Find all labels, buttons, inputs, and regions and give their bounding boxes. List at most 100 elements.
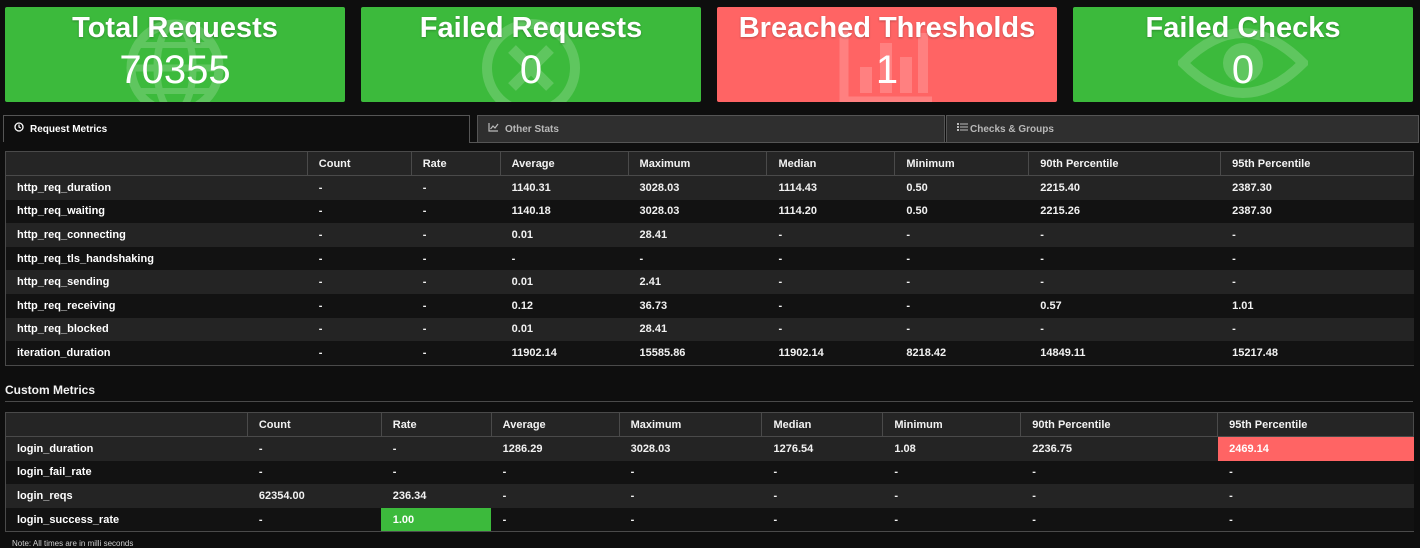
card-failed-checks: Failed Checks 0	[1073, 7, 1413, 102]
metric-value-cell: 0.12	[500, 293, 629, 318]
metric-value-cell: 11902.14	[766, 341, 895, 365]
metric-name-cell: http_req_sending	[5, 270, 308, 294]
custom-header-count: Count	[246, 412, 382, 437]
metric-value-cell: -	[894, 317, 1029, 342]
metric-value-cell: -	[1020, 507, 1218, 532]
metric-value-cell: -	[619, 507, 762, 532]
metric-name-cell: http_req_blocked	[5, 317, 308, 342]
card-value: 1	[875, 48, 899, 92]
metric-value-cell: -	[882, 507, 1021, 532]
metric-value-cell: -	[307, 246, 412, 271]
metric-value-cell: 0.01	[500, 317, 629, 342]
metric-value-cell: 11902.14	[500, 341, 629, 365]
card-breached-thresholds: Breached Thresholds 1	[717, 7, 1057, 102]
metric-value-cell: -	[381, 460, 492, 485]
metric-value-cell: -	[1220, 270, 1414, 294]
metric-value-cell: 2236.75	[1020, 436, 1218, 461]
metric-value-cell: -	[1217, 484, 1414, 508]
metric-value-cell: -	[411, 317, 501, 342]
table-row: http_req_tls_handshaking - - - - - - - -	[5, 246, 1414, 271]
metric-value-cell: -	[307, 317, 412, 342]
metric-value-cell: -	[1020, 484, 1218, 508]
metric-value-cell: 2469.14	[1217, 436, 1414, 461]
metric-value-cell: 8218.42	[894, 341, 1029, 365]
tab-bar: Request Metrics Other Stats Checks & Gro…	[3, 115, 1419, 143]
custom-header-maximum: Maximum	[618, 412, 763, 437]
metric-value-cell: 0.57	[1028, 293, 1221, 318]
tab-request-metrics[interactable]: Request Metrics	[3, 115, 470, 142]
section-divider	[5, 401, 1413, 402]
metric-value-cell: 62354.00	[247, 484, 382, 508]
metric-value-cell: -	[491, 484, 620, 508]
metric-value-cell: 14849.11	[1028, 341, 1221, 365]
metric-value-cell: 2215.40	[1028, 175, 1221, 200]
metric-value-cell: -	[491, 507, 620, 532]
metric-value-cell: 28.41	[628, 223, 767, 247]
metric-value-cell: 36.73	[628, 293, 767, 318]
metric-value-cell: -	[1028, 223, 1221, 247]
metric-value-cell: 15585.86	[628, 341, 767, 365]
metric-value-cell: 28.41	[628, 317, 767, 342]
metric-value-cell: -	[247, 460, 382, 485]
metric-value-cell: 0.50	[894, 175, 1029, 200]
card-value: 0	[1231, 48, 1255, 92]
metric-value-cell: 3028.03	[628, 175, 767, 200]
table-row: login_duration - -1286.29 3028.03 1276.54 1.0…	[5, 436, 1414, 461]
card-title: Breached Thresholds	[738, 12, 1036, 44]
metric-value-cell: -	[411, 341, 501, 365]
metric-value-cell: -	[761, 507, 883, 532]
tab-checks-groups[interactable]: Checks & Groups	[946, 115, 1419, 142]
card-value: 70355	[119, 48, 231, 92]
list-icon	[957, 116, 968, 143]
custom-metrics-panel: Count Rate Average Maximum Median Minimum 90th…	[5, 412, 1414, 532]
custom-header-metric	[5, 412, 248, 437]
metric-value-cell: -	[619, 484, 762, 508]
req-header-average: Average	[499, 151, 629, 176]
metric-value-cell: -	[411, 175, 501, 200]
tab-other-stats[interactable]: Other Stats	[477, 115, 945, 142]
metric-value-cell: -	[1220, 246, 1414, 271]
metric-name-cell: login_fail_rate	[5, 460, 248, 485]
custom-header-95th-percentile: 95th Percentile	[1217, 412, 1414, 437]
req-header-median: Median	[766, 151, 896, 176]
table-row: iteration_duration - -11902.14 15585.86 1190…	[5, 341, 1414, 365]
metric-value-cell: -	[411, 246, 501, 271]
metric-name-cell: http_req_tls_handshaking	[5, 246, 308, 271]
request-metrics-table: Count Rate Average Maximum Median Minimum 90th…	[5, 151, 1414, 365]
metric-value-cell: 236.34	[381, 484, 492, 508]
metric-value-cell: -	[894, 293, 1029, 318]
metric-value-cell: -	[628, 246, 767, 271]
metric-value-cell: -	[307, 341, 412, 365]
metric-value-cell: 15217.48	[1220, 341, 1414, 365]
metric-value-cell: 1.01	[1220, 293, 1414, 318]
metric-value-cell: -	[766, 293, 895, 318]
metric-name-cell: login_success_rate	[5, 507, 248, 532]
table-row: http_req_waiting - -1140.18 3028.03 1114.20 0…	[5, 199, 1414, 224]
metric-value-cell: 1276.54	[761, 436, 883, 461]
metric-value-cell: 2.41	[628, 270, 767, 294]
card-title: Total Requests	[72, 12, 278, 44]
metric-value-cell: -	[381, 436, 492, 461]
request-metrics-panel: Count Rate Average Maximum Median Minimum 90th…	[5, 151, 1414, 366]
metric-value-cell: 2387.30	[1220, 175, 1414, 200]
tab-label: Other Stats	[505, 124, 559, 136]
metric-value-cell: -	[247, 507, 382, 532]
card-failed-requests: Failed Requests 0	[361, 7, 701, 102]
custom-header-90th-percentile: 90th Percentile	[1020, 412, 1219, 437]
metric-value-cell: 1.00	[381, 507, 492, 532]
table-row: login_success_rate -1.00- - - - - -	[5, 507, 1414, 532]
tab-label: Request Metrics	[30, 124, 108, 136]
card-total-requests: Total Requests 70355	[5, 7, 345, 102]
metric-name-cell: login_duration	[5, 436, 248, 461]
table-row: login_reqs 62354.00 236.34- - - - - -	[5, 484, 1414, 508]
custom-header-rate: Rate	[380, 412, 492, 437]
metric-value-cell: -	[894, 270, 1029, 294]
metric-value-cell: 3028.03	[628, 199, 767, 224]
metric-value-cell: -	[491, 460, 620, 485]
req-header-count: Count	[306, 151, 412, 176]
metric-value-cell: -	[500, 246, 629, 271]
card-title: Failed Checks	[1145, 12, 1341, 44]
table-row: http_req_connecting - -0.01 28.41- - - -	[5, 223, 1414, 247]
metric-value-cell: -	[247, 436, 382, 461]
metric-value-cell: -	[619, 460, 762, 485]
